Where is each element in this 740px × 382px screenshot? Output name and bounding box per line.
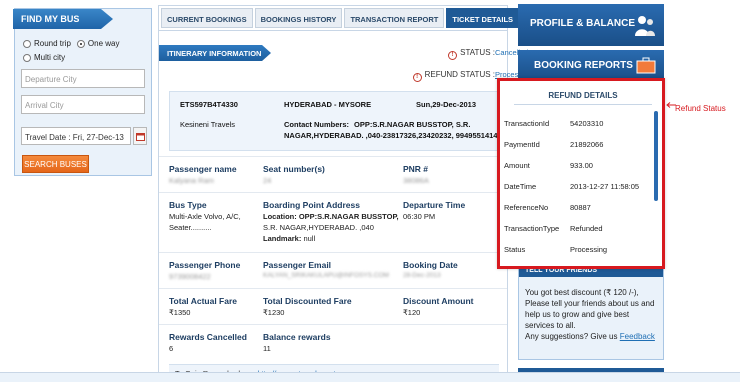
tabs-divider — [159, 30, 507, 31]
tab-current-bookings[interactable]: CURRENT BOOKINGS — [161, 8, 253, 28]
refund-details-title: REFUND DETAILS — [514, 91, 652, 105]
profile-balance-button[interactable]: PROFILE & BALANCE — [518, 4, 664, 46]
ticket-status: ! STATUS : Cancelled — [448, 48, 528, 60]
refund-details-popup: REFUND DETAILS TransactionId 54203310 Pa… — [497, 78, 665, 269]
itinerary-header: ITINERARY INFORMATION — [159, 45, 271, 61]
radio-icon — [23, 39, 31, 48]
departure-time-label: Departure Time — [403, 200, 466, 210]
briefcase-icon — [636, 57, 656, 74]
journey-summary: ETS597B4T4330 HYDERABAD - MYSORE Sun,29-… — [169, 91, 499, 151]
info-icon: ! — [448, 51, 458, 60]
tab-ticket-details[interactable]: TICKET DETAILS — [446, 8, 520, 28]
total-actual-fare-value: ₹1350 — [169, 308, 191, 317]
tab-transaction-report[interactable]: TRANSACTION REPORT — [344, 8, 445, 28]
boarding-point-label: Boarding Point Address — [263, 200, 360, 210]
journey-date: Sun,29-Dec-2013 — [416, 100, 477, 109]
feedback-link[interactable]: Feedback — [620, 332, 655, 341]
route: HYDERABAD - MYSORE — [284, 100, 372, 109]
refund-key: PaymentId — [504, 140, 540, 149]
radio-icon — [23, 53, 31, 62]
tab-bookings-history[interactable]: BOOKINGS HISTORY — [254, 8, 343, 28]
divider — [159, 192, 507, 193]
radio-round-trip[interactable]: Round trip — [23, 39, 71, 48]
divider — [159, 252, 507, 253]
passenger-name-label: Passenger name — [169, 164, 237, 174]
divider — [159, 288, 507, 289]
arrival-city-input[interactable]: Arrival City — [21, 95, 145, 114]
refund-value: 80887 — [570, 203, 591, 212]
refund-status: ! REFUND STATUS : Processing — [412, 70, 532, 82]
booking-reports-button[interactable]: BOOKING REPORTS — [518, 50, 664, 80]
booking-date-label: Booking Date — [403, 260, 458, 270]
tab-bar: CURRENT BOOKINGS BOOKINGS HISTORY TRANSA… — [161, 8, 520, 28]
refund-value: Refunded — [570, 224, 603, 233]
balance-rewards-label: Balance rewards — [263, 332, 331, 342]
operator-name: Kesineni Travels — [180, 120, 236, 129]
calendar-icon[interactable] — [133, 127, 147, 145]
contact-label: Contact Numbers: — [284, 120, 350, 129]
trip-type-row: Round trip One way — [23, 39, 120, 48]
refund-value: Processing — [570, 245, 608, 254]
refund-key: Status — [504, 245, 526, 254]
ticket-details-panel: CURRENT BOOKINGS BOOKINGS HISTORY TRANSA… — [158, 5, 532, 382]
popup-scrollbar[interactable] — [654, 111, 658, 201]
rewards-cancelled-label: Rewards Cancelled — [169, 332, 247, 342]
ticket-id: ETS597B4T4330 — [180, 100, 238, 109]
pnr-value: 38086A — [403, 176, 429, 185]
discount-amount-label: Discount Amount — [403, 296, 474, 306]
refund-key: TransactionId — [504, 119, 550, 128]
trip-type-row-2: Multi city — [23, 53, 65, 64]
total-actual-fare-label: Total Actual Fare — [169, 296, 238, 306]
annotation-label: Refund Status — [675, 104, 726, 113]
departure-time-value: 06:30 PM — [403, 212, 436, 221]
passenger-phone-label: Passenger Phone — [169, 260, 241, 270]
find-my-bus-title: FIND MY BUS — [13, 9, 113, 29]
boarding-location-2: S.R. NAGAR,HYDERABAD. ,040 — [263, 223, 374, 232]
bus-type-label: Bus Type — [169, 200, 207, 210]
passenger-name-value: Kalyana Ram — [169, 176, 215, 185]
passenger-phone-value: 9739008422 — [169, 272, 211, 281]
refund-value: 21892066 — [570, 140, 604, 149]
find-my-bus-panel: FIND MY BUS Round trip One way Multi cit… — [13, 8, 152, 176]
page-bottom-bar — [0, 372, 740, 382]
contact-line-2: NAGAR,HYDERABAD. ,040-23817326,23420232,… — [284, 131, 498, 140]
passenger-email-label: Passenger Email — [263, 260, 332, 270]
departure-city-input[interactable]: Departure City — [21, 69, 145, 88]
refund-key: Amount — [504, 161, 530, 170]
bus-type-value-1: Multi-Axle Volvo, A/C, — [169, 212, 241, 221]
booking-date-value: 28-Dec-2013 — [403, 272, 441, 279]
tell-your-friends-body: You got best discount (₹ 120 /-), Please… — [525, 288, 655, 341]
landmark: Landmark: null — [263, 234, 316, 243]
bus-type-value-2: Seater.......... — [169, 223, 212, 232]
discount-amount-value: ₹120 — [403, 308, 421, 317]
users-icon — [635, 16, 655, 36]
boarding-location: Location: OPP:S.R.NAGAR BUSSTOP, — [263, 212, 399, 221]
seat-label: Seat number(s) — [263, 164, 325, 174]
total-discounted-fare-label: Total Discounted Fare — [263, 296, 352, 306]
refund-key: DateTime — [504, 182, 537, 191]
refund-value: 933.00 — [570, 161, 593, 170]
radio-multi-city[interactable]: Multi city — [23, 53, 65, 62]
balance-rewards-value: 11 — [263, 344, 271, 353]
radio-one-way[interactable]: One way — [76, 39, 120, 48]
divider — [159, 324, 507, 325]
refund-value: 2013-12-27 11:58:05 — [570, 182, 640, 191]
passenger-email-value: KALYAN_SRIKAKULAPU@INFOSYS.COM — [263, 272, 389, 279]
divider — [159, 156, 507, 157]
pnr-label: PNR # — [403, 164, 429, 174]
search-buses-button[interactable]: SEARCH BUSES — [22, 155, 89, 173]
refund-key: ReferenceNo — [504, 203, 549, 212]
info-icon: ! — [412, 73, 422, 82]
radio-selected-icon — [76, 39, 85, 48]
refund-value: 54203310 — [570, 119, 604, 128]
tell-your-friends-box: TELL YOUR FRIENDS You got best discount … — [518, 260, 664, 360]
travel-date-input[interactable]: Travel Date : Fri, 27-Dec-13 — [21, 127, 131, 145]
seat-value: 24 — [263, 176, 272, 185]
total-discounted-fare-value: ₹1230 — [263, 308, 285, 317]
rewards-cancelled-value: 6 — [169, 344, 174, 353]
refund-key: TransactionType — [504, 224, 560, 233]
contact-line-1: OPP:S.R.NAGAR BUSSTOP, S.R. — [354, 120, 471, 129]
